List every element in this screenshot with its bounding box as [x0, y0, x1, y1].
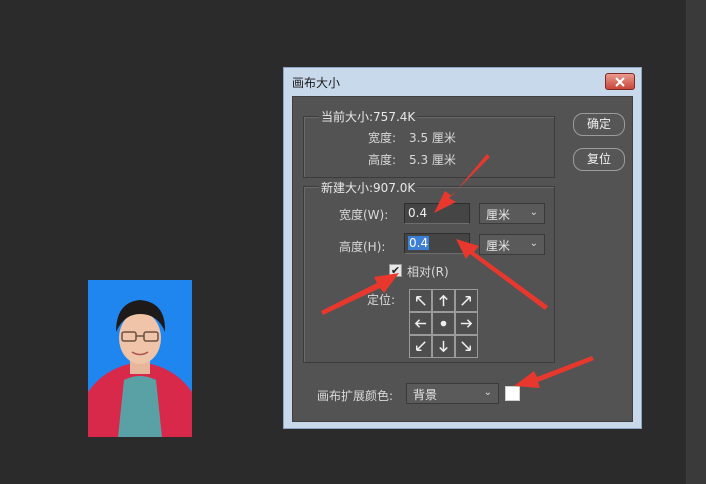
- arrow-down-left-icon: [416, 341, 426, 351]
- current-size-group: [303, 116, 555, 178]
- extension-color-select[interactable]: 背景 ⌄: [406, 383, 499, 404]
- height-unit-value: 厘米: [486, 239, 511, 253]
- center-dot-icon: [440, 320, 447, 327]
- extension-color-label: 画布扩展颜色:: [317, 389, 394, 403]
- new-width-input[interactable]: 0.4: [404, 203, 470, 224]
- new-width-label: 宽度(W):: [339, 208, 389, 222]
- anchor-grid: [409, 289, 478, 358]
- new-height-input[interactable]: 0.4: [404, 233, 470, 254]
- dialog-title: 画布大小: [292, 76, 341, 90]
- arrow-left-icon: [414, 319, 427, 328]
- extension-color-value: 背景: [413, 388, 438, 402]
- check-icon: ✔: [390, 264, 401, 277]
- anchor-bottom-right[interactable]: [455, 335, 478, 358]
- current-size-title: 当前大小:757.4K: [319, 108, 418, 125]
- arrow-up-right-icon: [461, 296, 471, 306]
- ok-button[interactable]: 确定: [573, 113, 625, 136]
- arrow-down-right-icon: [461, 341, 471, 351]
- height-unit-select[interactable]: 厘米 ⌄: [479, 234, 545, 255]
- anchor-label: 定位:: [367, 293, 396, 307]
- new-height-value: 0.4: [408, 236, 430, 250]
- anchor-bottom-left[interactable]: [409, 335, 432, 358]
- new-height-label: 高度(H):: [339, 240, 386, 254]
- canvas-size-dialog: 画布大小 当前大小:757.4K 宽度: 3.5 厘米 高度: 5.3 厘米 新…: [283, 67, 642, 429]
- arrow-up-left-icon: [416, 296, 426, 306]
- arrow-right-icon: [460, 319, 473, 328]
- anchor-top[interactable]: [432, 289, 455, 312]
- current-height-value: 5.3 厘米: [409, 153, 456, 167]
- reset-button[interactable]: 复位: [573, 148, 625, 171]
- anchor-center[interactable]: [432, 312, 455, 335]
- new-size-title: 新建大小:907.0K: [319, 179, 418, 196]
- anchor-bottom[interactable]: [432, 335, 455, 358]
- arrow-up-icon: [439, 294, 448, 307]
- relative-checkbox[interactable]: ✔: [389, 264, 402, 277]
- chevron-down-icon: ⌄: [529, 238, 538, 249]
- arrow-down-icon: [439, 340, 448, 353]
- chevron-down-icon: ⌄: [529, 207, 538, 218]
- new-width-value: 0.4: [408, 206, 428, 220]
- close-icon: [615, 76, 625, 87]
- dialog-body: 当前大小:757.4K 宽度: 3.5 厘米 高度: 5.3 厘米 新建大小:9…: [292, 96, 633, 422]
- close-button[interactable]: [605, 73, 635, 90]
- id-photo-image: [88, 280, 192, 437]
- chevron-down-icon: ⌄: [483, 387, 492, 398]
- anchor-right[interactable]: [455, 312, 478, 335]
- current-height-label: 高度:: [368, 153, 397, 167]
- width-unit-value: 厘米: [486, 208, 511, 222]
- current-width-value: 3.5 厘米: [409, 131, 456, 145]
- relative-label[interactable]: 相对(R): [407, 263, 449, 280]
- extension-color-swatch[interactable]: [505, 386, 520, 401]
- anchor-left[interactable]: [409, 312, 432, 335]
- anchor-top-right[interactable]: [455, 289, 478, 312]
- current-width-label: 宽度:: [368, 131, 397, 145]
- width-unit-select[interactable]: 厘米 ⌄: [479, 203, 545, 224]
- anchor-top-left[interactable]: [409, 289, 432, 312]
- workspace-right-strip: [686, 0, 706, 484]
- dialog-titlebar[interactable]: 画布大小: [284, 68, 641, 95]
